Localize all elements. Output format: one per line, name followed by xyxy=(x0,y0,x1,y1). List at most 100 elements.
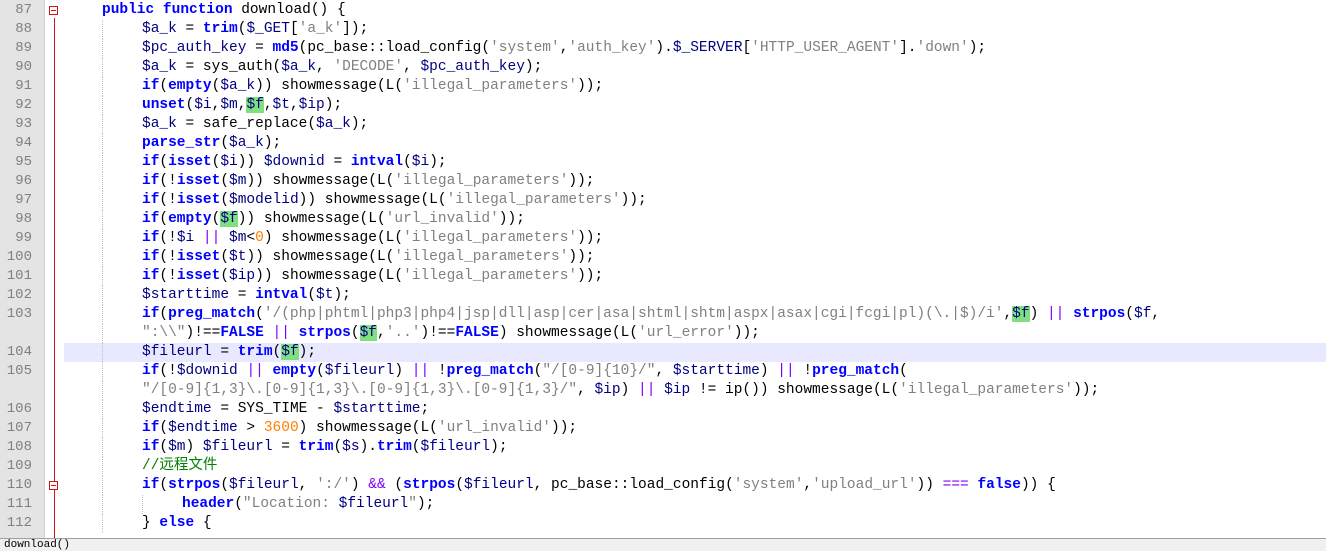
code-line[interactable]: } else { xyxy=(64,514,1326,533)
line-number: 96 xyxy=(15,173,32,189)
line-number: 94 xyxy=(15,135,32,151)
code-token: isset xyxy=(168,154,212,170)
code-token: $ip xyxy=(229,268,256,284)
code-token: trim xyxy=(376,439,412,455)
code-token: ":\\" xyxy=(142,325,186,341)
code-line[interactable]: if(!$i || $m<0) showmessage(L('illegal_p… xyxy=(64,229,1326,248)
code-token: $pc_auth_key xyxy=(420,59,525,75)
line-number: 108 xyxy=(6,439,32,455)
code-token: $_GET xyxy=(246,21,290,37)
code-token: $downid xyxy=(263,154,325,170)
code-line[interactable]: $a_k = sys_auth($a_k, 'DECODE', $pc_auth… xyxy=(64,58,1326,77)
code-token: $a_k xyxy=(220,78,256,94)
code-token: 'upload_url' xyxy=(812,477,917,493)
code-token: 'a_k' xyxy=(298,21,343,37)
code-token: ':/' xyxy=(316,477,351,493)
line-number: 100 xyxy=(6,249,32,265)
code-line[interactable]: if(!isset($t)) showmessage(L('illegal_pa… xyxy=(64,248,1326,267)
code-token: intval xyxy=(255,287,308,303)
indent-guide xyxy=(102,286,103,305)
code-line[interactable]: if(!isset($ip)) showmessage(L('illegal_p… xyxy=(64,267,1326,286)
code-token: 3600 xyxy=(263,420,299,436)
code-token: unset xyxy=(142,97,186,113)
code-token: 'HTTP_USER_AGENT' xyxy=(751,40,900,56)
code-token: $f xyxy=(220,211,238,227)
code-token: $a_k xyxy=(316,116,351,132)
code-token: $f xyxy=(246,97,264,113)
code-line[interactable]: $fileurl = trim($f); xyxy=(64,343,1326,362)
code-token: md5 xyxy=(272,40,299,56)
line-number: 92 xyxy=(15,97,32,113)
code-token: false xyxy=(977,477,1021,493)
code-line[interactable]: if(!isset($m)) showmessage(L('illegal_pa… xyxy=(64,172,1326,191)
code-line[interactable]: unset($i,$m,$f,$t,$ip); xyxy=(64,96,1326,115)
code-line[interactable]: ":\\")!==FALSE || strpos($f,'..')!==FALS… xyxy=(64,324,1326,343)
code-token: "/[0-9]{10}/" xyxy=(542,363,656,379)
code-editor[interactable]: 87 88 89 90 91 92 93 94 95 96 97 98 99 100 101 102 103 10… xyxy=(0,0,1326,538)
code-line[interactable]: if(strpos($fileurl, ':/') && (strpos($fi… xyxy=(64,476,1326,495)
code-line[interactable]: if(isset($i)) $downid = intval($i); xyxy=(64,153,1326,172)
line-number: 90 xyxy=(15,59,32,75)
line-number: 109 xyxy=(6,458,32,474)
fold-toggle-icon[interactable] xyxy=(49,6,58,15)
code-token: $downid xyxy=(176,363,238,379)
code-token: if xyxy=(142,230,160,246)
indent-guide xyxy=(102,229,103,248)
code-token: if xyxy=(142,78,160,94)
code-line[interactable]: if(preg_match('/(php|phtml|php3|php4|jsp… xyxy=(64,305,1326,324)
code-line[interactable]: if($endtime > 3600) showmessage(L('url_i… xyxy=(64,419,1326,438)
code-token: $pc_auth_key xyxy=(142,40,247,56)
code-line[interactable]: header("Location: $fileurl"); xyxy=(64,495,1326,514)
code-token: $i xyxy=(194,97,212,113)
code-line[interactable]: $a_k = trim($_GET['a_k']); xyxy=(64,20,1326,39)
indent-guide xyxy=(102,134,103,153)
code-token: $endtime xyxy=(168,420,238,436)
indent-guide xyxy=(102,115,103,134)
code-line[interactable]: if(!$downid || empty($fileurl) || !preg_… xyxy=(64,362,1326,381)
indent-guide xyxy=(102,419,103,438)
code-token: $m xyxy=(168,439,186,455)
code-token: || xyxy=(1046,306,1065,322)
line-number xyxy=(0,381,32,400)
code-token: 'illegal_parameters' xyxy=(899,382,1074,398)
line-number-gutter[interactable]: 87 88 89 90 91 92 93 94 95 96 97 98 99 100 101 102 103 10… xyxy=(0,0,45,538)
code-line[interactable]: //远程文件 xyxy=(64,457,1326,476)
indent-guide xyxy=(102,267,103,286)
code-line[interactable]: if(!isset($modelid)) showmessage(L('ille… xyxy=(64,191,1326,210)
code-token: 'illegal_parameters' xyxy=(403,230,578,246)
indent-guide xyxy=(102,96,103,115)
code-token: 'DECODE' xyxy=(333,59,404,75)
code-token: $fileurl xyxy=(142,344,212,360)
code-line[interactable]: if(empty($a_k)) showmessage(L('illegal_p… xyxy=(64,77,1326,96)
code-line[interactable]: if(empty($f)) showmessage(L('url_invalid… xyxy=(64,210,1326,229)
code-token: $fileurl xyxy=(202,439,273,455)
code-token: $t xyxy=(229,249,247,265)
fold-toggle-icon[interactable] xyxy=(49,481,58,490)
code-token: $a_k xyxy=(281,59,317,75)
code-token: $fileurl xyxy=(338,496,409,512)
code-token: intval xyxy=(350,154,404,170)
code-line[interactable]: $pc_auth_key = md5(pc_base::load_config(… xyxy=(64,39,1326,58)
line-number: 88 xyxy=(15,21,32,37)
code-token: preg_match xyxy=(446,363,534,379)
line-number: 107 xyxy=(6,420,32,436)
code-line[interactable]: $a_k = safe_replace($a_k); xyxy=(64,115,1326,134)
code-token: if xyxy=(142,477,160,493)
code-token: if xyxy=(142,439,160,455)
code-token: $a_k xyxy=(142,59,177,75)
indent-guide xyxy=(102,39,103,58)
code-line[interactable]: $endtime = SYS_TIME - $starttime; xyxy=(64,400,1326,419)
code-token: $a_k xyxy=(229,135,264,151)
code-line[interactable]: if($m) $fileurl = trim($s).trim($fileurl… xyxy=(64,438,1326,457)
code-line[interactable]: public function download() { xyxy=(64,1,1326,20)
code-token: public function xyxy=(102,2,233,18)
code-line[interactable]: "/[0-9]{1,3}\.[0-9]{1,3}\.[0-9]{1,3}\.[0… xyxy=(64,381,1326,400)
code-token: 'url_error' xyxy=(638,325,734,341)
code-token: FALSE xyxy=(455,325,499,341)
code-token: if xyxy=(142,192,160,208)
code-line[interactable]: parse_str($a_k); xyxy=(64,134,1326,153)
code-line[interactable]: $starttime = intval($t); xyxy=(64,286,1326,305)
line-number: 104 xyxy=(6,344,32,360)
code-token: 'illegal_parameters' xyxy=(446,192,621,208)
indent-guide xyxy=(102,58,103,77)
